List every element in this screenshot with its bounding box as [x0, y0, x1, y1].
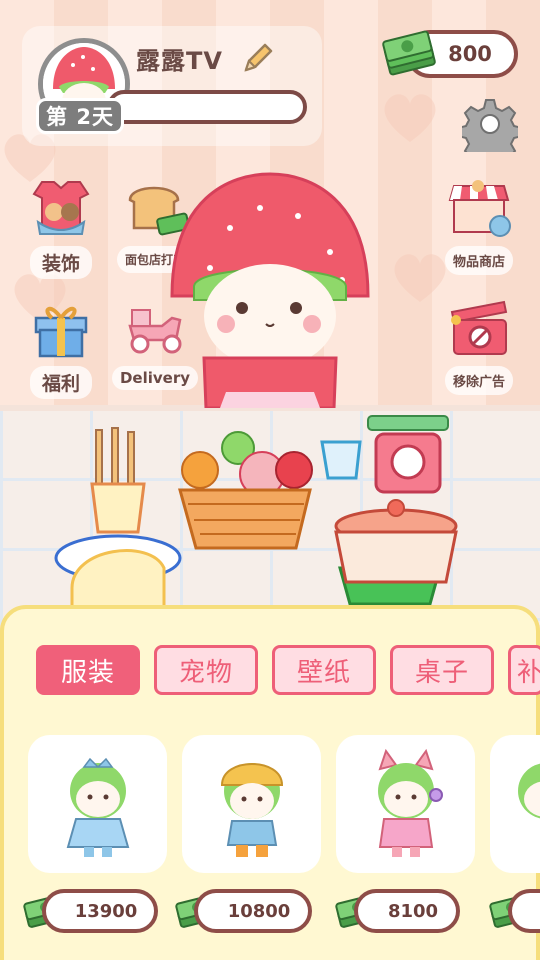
item-card-blue-dress[interactable] [28, 735, 167, 873]
gear-settings-icon[interactable] [462, 96, 518, 152]
profile-card[interactable]: 露露TV 第 2天 [22, 26, 322, 146]
price-tag[interactable]: 13900 [42, 889, 158, 933]
decorate-label: 装饰 [29, 246, 92, 279]
tab-more[interactable]: 补 [508, 645, 540, 695]
category-tabs: 服装 宠物 壁纸 桌子 补 [4, 645, 540, 695]
item-shop-label: 物品商店 [444, 246, 513, 275]
decorate-button[interactable]: 装饰 [16, 176, 106, 279]
shop-panel: 服装 宠物 壁纸 桌子 补 13900 10800 8100 [0, 605, 540, 960]
cash-stack-icon [382, 30, 436, 76]
welfare-label: 福利 [29, 366, 92, 399]
heart-decoration-icon [384, 94, 436, 142]
tab-wallpaper[interactable]: 壁纸 [272, 645, 376, 695]
price-tag[interactable]: 8100 [354, 889, 460, 933]
item-card-cat-ear-outfit[interactable] [336, 735, 475, 873]
item-shop-button[interactable]: 物品商店 [434, 176, 524, 275]
gift-box-icon [34, 306, 88, 358]
clapperboard-no-ads-icon [450, 300, 508, 355]
player-name: 露露TV [136, 47, 223, 75]
measuring-cup-and-scale [320, 415, 449, 494]
remove-ads-label: 移除广告 [444, 366, 513, 395]
fruit-basket [178, 431, 313, 550]
tab-pets[interactable]: 宠物 [154, 645, 258, 695]
cooking-pot [334, 499, 458, 606]
remove-ads-button[interactable]: 移除广告 [434, 296, 524, 395]
kitchen-scene [54, 415, 458, 608]
tab-tables[interactable]: 桌子 [390, 645, 494, 695]
shop-stall-icon [448, 180, 511, 237]
pencil-edit-icon[interactable] [240, 40, 276, 76]
experience-bar [107, 90, 307, 124]
item-card-yellow-beanie[interactable] [182, 735, 321, 873]
wardrobe-icon [32, 181, 90, 235]
item-card-partial[interactable] [490, 735, 540, 873]
breadsticks-cup [54, 427, 182, 608]
price-tag[interactable]: 10800 [194, 889, 312, 933]
tab-clothing[interactable]: 服装 [36, 645, 140, 695]
player-character[interactable] [170, 168, 370, 408]
day-counter-badge: 第 2天 [36, 98, 124, 134]
welfare-button[interactable]: 福利 [16, 296, 106, 399]
